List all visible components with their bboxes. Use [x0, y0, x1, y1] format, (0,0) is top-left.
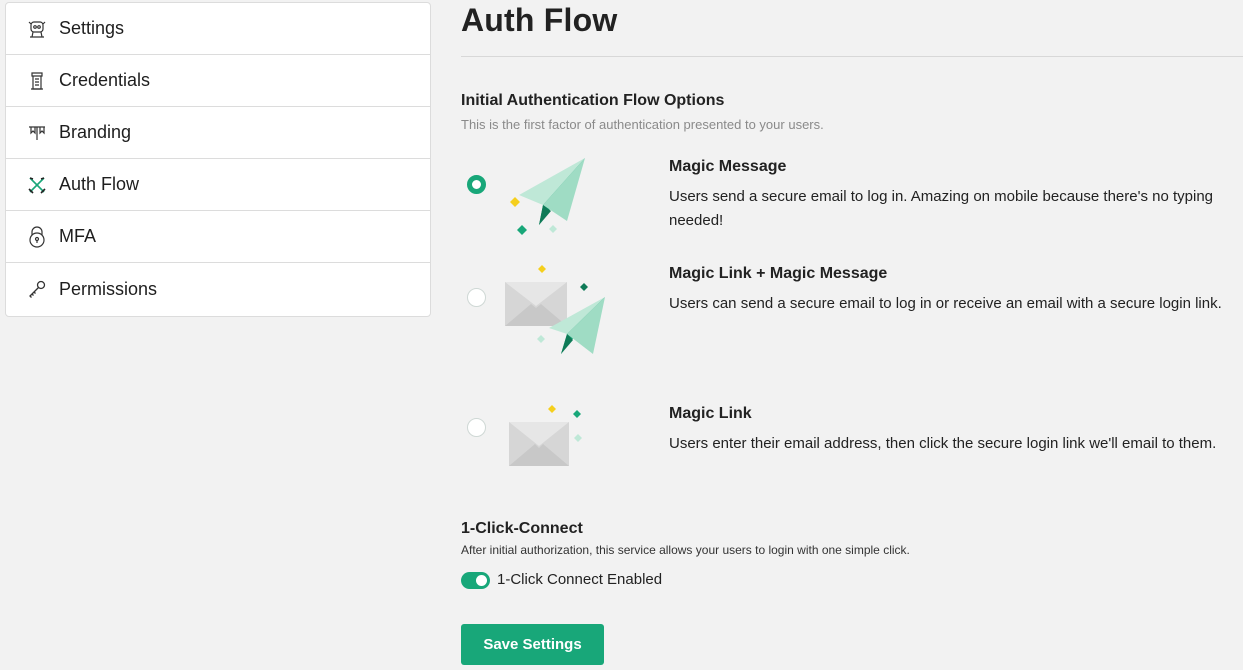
credentials-tower-icon: [26, 70, 48, 92]
radio-magic-message[interactable]: [467, 175, 486, 194]
sidebar-item-label: Auth Flow: [59, 174, 140, 194]
option-description: Users can send a secure email to log in …: [669, 295, 1222, 312]
option-title: Magic Link + Magic Message: [669, 265, 888, 282]
sidebar-item-mfa[interactable]: MFA: [6, 211, 430, 263]
sidebar-item-branding[interactable]: Branding: [6, 107, 430, 159]
sidebar-item-label: Credentials: [59, 70, 151, 90]
sidebar-item-label: Permissions: [59, 279, 158, 299]
section-title: Initial Authentication Flow Options: [461, 92, 725, 109]
sidebar-item-label: MFA: [59, 226, 97, 246]
option-title: Magic Message: [669, 158, 787, 175]
paper-plane-icon: [507, 155, 597, 250]
branding-banner-icon: [26, 122, 48, 144]
page-title: Auth Flow: [461, 2, 618, 38]
title-divider: [461, 56, 1243, 57]
option-description: Users send a secure email to log in. Ama…: [669, 188, 1213, 229]
radio-magic-link-and-message[interactable]: [467, 288, 486, 307]
key-icon: [26, 279, 48, 301]
option-title: Magic Link: [669, 405, 752, 422]
sidebar-item-settings[interactable]: Settings: [6, 3, 430, 55]
one-click-connect-toggle[interactable]: [461, 572, 490, 589]
option-description: Users enter their email address, then cl…: [669, 435, 1217, 452]
envelope-icon: [507, 402, 587, 475]
one-click-connect-title: 1-Click-Connect: [461, 520, 583, 537]
sidebar-item-credentials[interactable]: Credentials: [6, 55, 430, 107]
sidebar-item-label: Settings: [59, 18, 125, 38]
sidebar-item-permissions[interactable]: Permissions: [6, 263, 430, 316]
sidebar: Settings Credentials Branding Auth Flow …: [5, 2, 431, 317]
radio-magic-link[interactable]: [467, 418, 486, 437]
sidebar-item-auth-flow[interactable]: Auth Flow: [6, 159, 430, 211]
padlock-icon: [26, 225, 48, 248]
sidebar-item-label: Branding: [59, 122, 132, 142]
toggle-knob: [476, 575, 487, 586]
one-click-connect-subtitle: After initial authorization, this servic…: [461, 543, 910, 557]
save-settings-button[interactable]: Save Settings: [461, 624, 604, 665]
crossed-swords-icon: [26, 174, 48, 196]
section-subtitle: This is the first factor of authenticati…: [461, 117, 824, 132]
settings-icon: [26, 18, 48, 40]
envelope-and-paper-plane-icon: [501, 262, 611, 377]
one-click-connect-toggle-label: 1-Click Connect Enabled: [497, 571, 663, 588]
